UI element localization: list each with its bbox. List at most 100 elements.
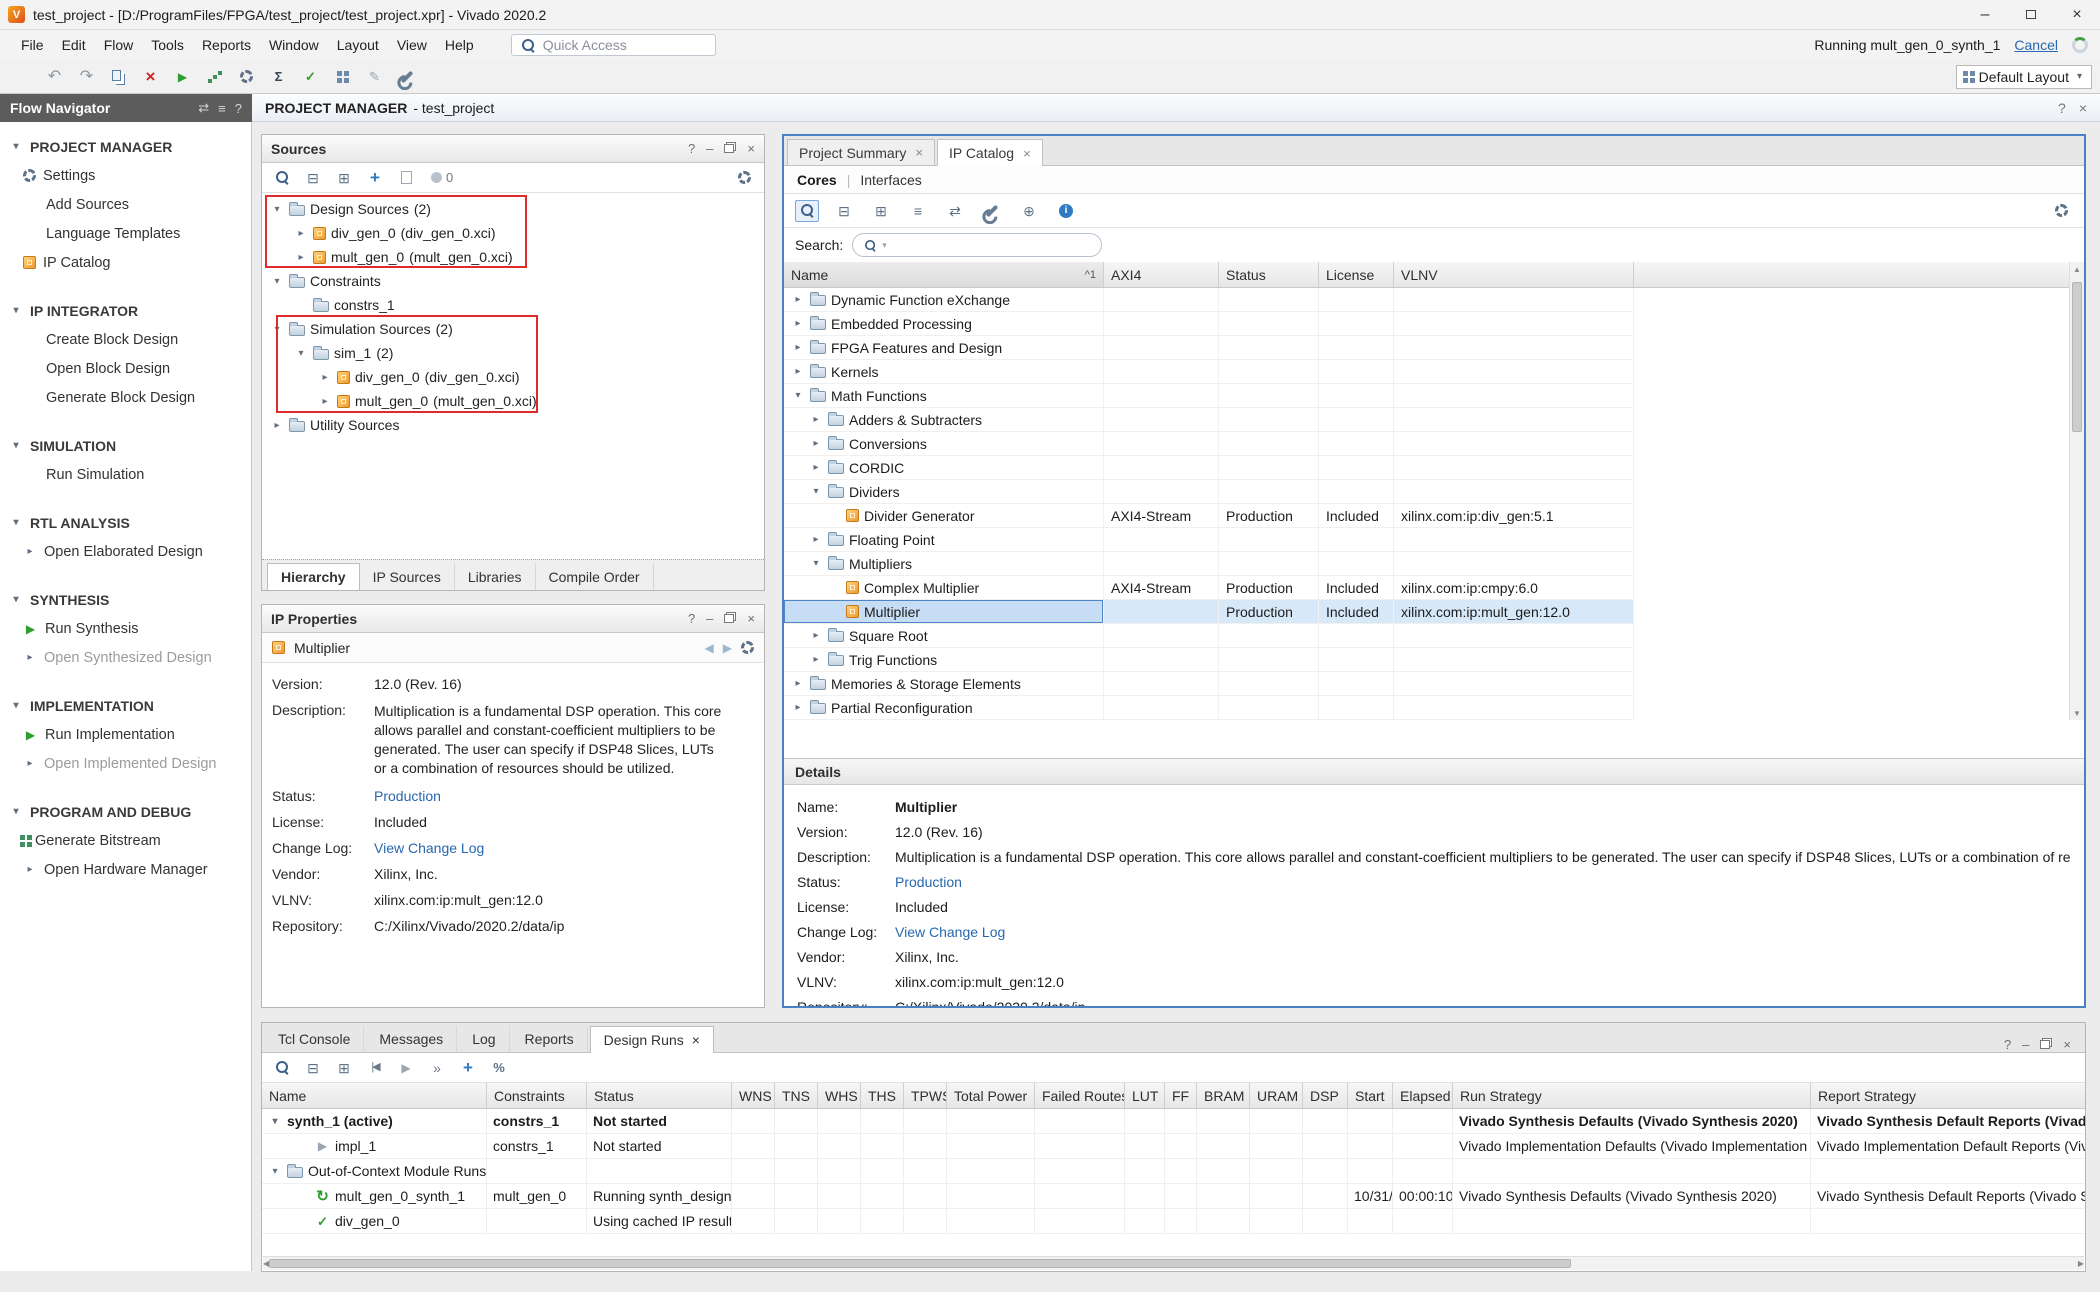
run-row-div-gen-0[interactable]: ✓div_gen_0Using cached IP results [262,1209,2085,1234]
percent-button[interactable]: % [487,1057,511,1079]
flow-item-generate-bitstream[interactable]: Generate Bitstream [0,826,251,855]
field-value[interactable]: Production [895,874,962,890]
column-header-license[interactable]: License [1319,262,1394,287]
forward-icon[interactable]: ▶ [723,641,732,655]
menu-layout[interactable]: Layout [328,33,388,57]
panel-float-button[interactable] [2040,1037,2052,1052]
menu-icon[interactable]: ≡ [218,101,226,116]
chevron-right-icon[interactable]: ▸ [791,678,805,689]
flow-item-open-implemented-design[interactable]: ▸Open Implemented Design [0,749,251,778]
catalog-row-complex-multiplier[interactable]: Complex MultiplierAXI4-StreamProductionI… [784,576,1634,600]
steps-button[interactable] [200,63,229,90]
wrench-button[interactable] [980,200,1004,222]
flow-item-run-synthesis[interactable]: ▶Run Synthesis [0,614,251,643]
panel-close-button[interactable]: × [747,141,755,156]
page-button[interactable] [394,167,418,189]
flow-item-add-sources[interactable]: Add Sources [0,190,251,219]
chevron-down-icon[interactable]: ▾ [270,276,284,287]
column-header-elapsed[interactable]: Elapsed [1393,1083,1453,1108]
sources-tab-compile-order[interactable]: Compile Order [536,563,654,590]
tree-item-constrs-1[interactable]: constrs_1 [262,293,764,317]
catalog-row-memories-storage-elements[interactable]: ▸Memories & Storage Elements [784,672,1634,696]
search-button[interactable] [270,167,294,189]
flow-section-header-program-and-debug[interactable]: ▾PROGRAM AND DEBUG [0,797,251,826]
column-header-constraints[interactable]: Constraints [487,1083,587,1108]
scroll-down-icon[interactable]: ▼ [2070,706,2084,720]
panel-minimize-button[interactable]: – [706,611,713,626]
panel-float-button[interactable] [724,611,736,626]
menu-edit[interactable]: Edit [53,33,95,57]
column-header-total-power[interactable]: Total Power [947,1083,1035,1108]
column-header-tns[interactable]: TNS [775,1083,818,1108]
console-tab-messages[interactable]: Messages [366,1026,457,1052]
column-header-status[interactable]: Status [587,1083,732,1108]
subtab-interfaces[interactable]: Interfaces [860,172,921,188]
swap-button[interactable]: ⇄ [943,200,967,222]
chevron-down-icon[interactable]: ▾ [268,1116,282,1127]
scroll-track[interactable] [2070,276,2084,706]
column-header-name[interactable]: Name [262,1083,487,1108]
column-header-run-strategy[interactable]: Run Strategy [1453,1083,1811,1108]
collapse-all-button[interactable]: ⊟ [301,1057,325,1079]
catalog-row-math-functions[interactable]: ▾Math Functions [784,384,1634,408]
flow-section-header-ip-integrator[interactable]: ▾IP INTEGRATOR [0,296,251,325]
run-row-synth-1-active[interactable]: ▾synth_1 (active)constrs_1Not startedViv… [262,1109,2085,1134]
plus-button[interactable]: + [456,1057,480,1079]
menu-flow[interactable]: Flow [95,33,143,57]
chevron-down-icon[interactable]: ▾ [809,558,823,569]
tab-project-summary[interactable]: Project Summary× [787,139,935,165]
tab-ip-catalog[interactable]: IP Catalog× [937,139,1043,166]
tree-item-utility-sources[interactable]: ▸Utility Sources [262,413,764,437]
maximize-button[interactable] [2008,0,2054,29]
skip-start-button[interactable]: |◀ [363,1057,387,1079]
scroll-right-icon[interactable]: ▶ [2078,1257,2084,1271]
run-row-mult-gen-0-synth-1[interactable]: ↻mult_gen_0_synth_1mult_gen_0Running syn… [262,1184,2085,1209]
console-tab-reports[interactable]: Reports [512,1026,588,1052]
help-icon[interactable]: ? [2058,100,2066,116]
expand-all-button[interactable]: ⊞ [332,1057,356,1079]
help-icon[interactable]: ? [235,101,242,116]
column-header-lut[interactable]: LUT [1125,1083,1165,1108]
scroll-up-icon[interactable]: ▲ [2070,262,2084,276]
flow-section-header-rtl-analysis[interactable]: ▾RTL ANALYSIS [0,508,251,537]
menu-window[interactable]: Window [260,33,328,57]
chevron-right-icon[interactable]: ▸ [294,228,308,239]
collapse-all-button[interactable]: ⊟ [301,167,325,189]
catalog-row-partial-reconfiguration[interactable]: ▸Partial Reconfiguration [784,696,1634,720]
close-icon[interactable]: × [2079,100,2087,116]
flow-item-open-block-design[interactable]: Open Block Design [0,354,251,383]
tree-item-constraints[interactable]: ▾Constraints [262,269,764,293]
search-button[interactable] [270,1057,294,1079]
panel-minimize-button[interactable]: – [706,141,713,156]
flow-section-header-simulation[interactable]: ▾SIMULATION [0,431,251,460]
delete-button[interactable]: × [136,63,165,90]
sources-tab-hierarchy[interactable]: Hierarchy [267,563,360,590]
wrench-button[interactable] [392,63,421,90]
quick-access-search[interactable]: Quick Access [511,34,716,56]
settings-icon[interactable] [741,641,754,654]
chevron-right-icon[interactable]: ▸ [791,318,805,329]
column-header-uram[interactable]: URAM [1250,1083,1303,1108]
scroll-thumb[interactable] [269,1259,1571,1268]
subtab-cores[interactable]: Cores [797,172,837,188]
scroll-thumb[interactable] [2072,282,2082,432]
flow-item-open-elaborated-design[interactable]: ▸Open Elaborated Design [0,537,251,566]
cancel-link[interactable]: Cancel [2014,37,2058,53]
check-button[interactable]: ✓ [296,63,325,90]
flow-section-header-project-manager[interactable]: ▾PROJECT MANAGER [0,132,251,161]
grid-button[interactable] [328,63,357,90]
flow-section-header-synthesis[interactable]: ▾SYNTHESIS [0,585,251,614]
expand-all-button[interactable]: ⊞ [332,167,356,189]
chevron-right-icon[interactable]: ▸ [791,702,805,713]
tree-item-div-gen-0[interactable]: ▸div_gen_0 (div_gen_0.xci) [262,365,764,389]
column-header-whs[interactable]: WHS [818,1083,861,1108]
chevron-right-icon[interactable]: ▸ [809,534,823,545]
column-header-wns[interactable]: WNS [732,1083,775,1108]
tree-item-div-gen-0[interactable]: ▸div_gen_0 (div_gen_0.xci) [262,221,764,245]
field-value[interactable]: View Change Log [374,840,484,856]
list-button[interactable]: ≡ [906,200,930,222]
chevron-down-icon[interactable]: ▾ [294,348,308,359]
chevron-right-icon[interactable]: ▸ [809,654,823,665]
redo-button[interactable]: ↷ [72,63,101,90]
catalog-row-dividers[interactable]: ▾Dividers [784,480,1634,504]
